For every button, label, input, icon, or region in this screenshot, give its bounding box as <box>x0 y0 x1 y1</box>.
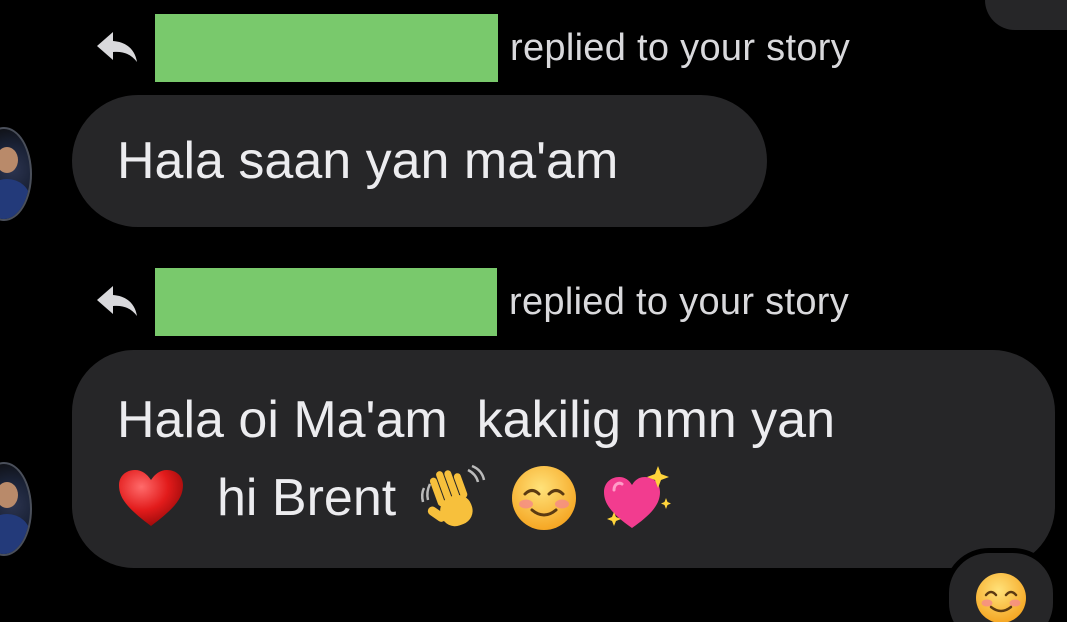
message-text-greeting: hi Brent <box>217 469 397 527</box>
redacted-username <box>155 268 497 336</box>
avatar[interactable] <box>0 127 32 221</box>
message-text-line2: hi Brent <box>117 462 1010 534</box>
message-reaction[interactable] <box>944 548 1058 622</box>
reply-label: replied to your story <box>509 280 850 323</box>
chat-thread: replied to your story Hala saan yan ma'a… <box>0 0 1067 622</box>
reply-label: replied to your story <box>510 26 851 69</box>
heart-icon <box>119 470 183 526</box>
redacted-username <box>155 14 498 82</box>
avatar[interactable] <box>0 462 32 556</box>
message-text-line1: Hala oi Ma'am kakilig nmn yan <box>117 391 835 449</box>
sparkling-heart-icon <box>604 466 672 528</box>
reply-arrow-icon <box>97 32 137 62</box>
smiling-face-icon <box>512 466 577 530</box>
reply-arrow-icon <box>97 286 137 316</box>
message-bubble[interactable]: Hala saan yan ma'am <box>72 95 767 227</box>
waving-hand-icon <box>421 464 486 527</box>
message-bubble[interactable]: Hala oi Ma'am kakilig nmn yan hi Brent <box>72 350 1055 568</box>
message-text: Hala saan yan ma'am <box>117 132 619 190</box>
smile-reaction-icon <box>976 573 1026 622</box>
previous-message-bubble[interactable] <box>985 0 1067 30</box>
story-reply-header: replied to your story <box>95 12 850 84</box>
story-reply-header: replied to your story <box>95 266 849 338</box>
